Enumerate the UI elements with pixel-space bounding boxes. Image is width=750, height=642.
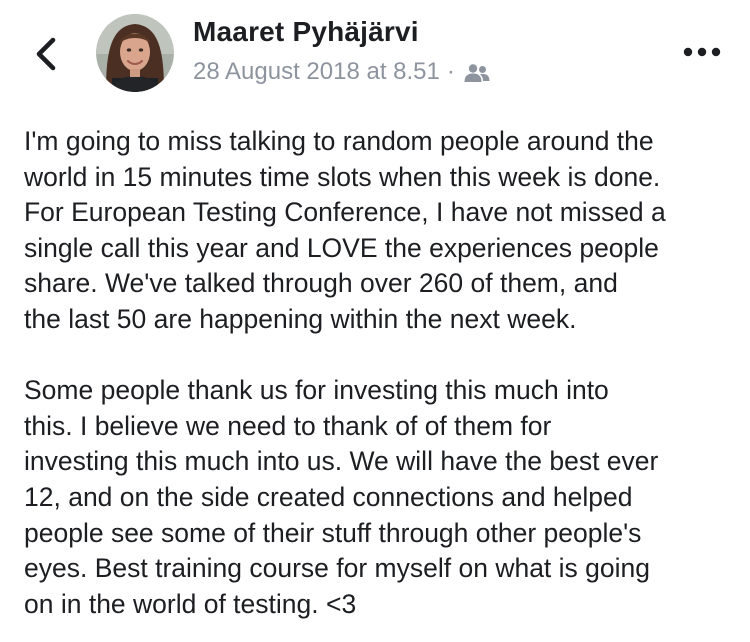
post-line: investing this much into us. We will hav… — [24, 446, 659, 477]
post-line: single call this year and LOVE the exper… — [24, 232, 659, 263]
profile-photo — [96, 14, 174, 92]
post-paragraph-2: Some people thank us for investing this … — [24, 373, 724, 622]
chevron-left-icon — [36, 37, 56, 71]
post-header: Maaret Pyhäjärvi 28 August 2018 at 8.51 … — [0, 0, 750, 110]
avatar[interactable] — [96, 14, 174, 92]
post-line: eyes. Best training course for myself on… — [24, 553, 650, 584]
more-options-button[interactable] — [678, 36, 726, 68]
post-timestamp[interactable]: 28 August 2018 at 8.51 — [193, 58, 440, 86]
post-meta: 28 August 2018 at 8.51 · — [193, 57, 490, 87]
post-line: this. I believe we need to thank of of t… — [24, 410, 552, 441]
post-body: I'm going to miss talking to random peop… — [24, 124, 724, 622]
author-name[interactable]: Maaret Pyhäjärvi — [193, 16, 419, 48]
post-line: world in 15 minutes time slots when this… — [24, 161, 661, 192]
post-line: people see some of their stuff through o… — [24, 517, 642, 548]
post-line: For European Testing Conference, I have … — [24, 197, 666, 228]
back-button[interactable] — [22, 30, 70, 78]
post-line: the last 50 are happening within the nex… — [24, 303, 577, 334]
post-paragraph-1: I'm going to miss talking to random peop… — [24, 124, 724, 338]
post-line: on in the world of testing. <3 — [24, 588, 357, 619]
more-options-icon — [683, 47, 721, 57]
post-line: Some people thank us for investing this … — [24, 375, 609, 406]
friends-icon[interactable] — [464, 63, 490, 83]
meta-separator: · — [446, 58, 455, 85]
post-line: share. We've talked through over 260 of … — [24, 268, 618, 299]
post-line: 12, and on the side created connections … — [24, 481, 633, 512]
post-line: I'm going to miss talking to random peop… — [24, 126, 654, 156]
